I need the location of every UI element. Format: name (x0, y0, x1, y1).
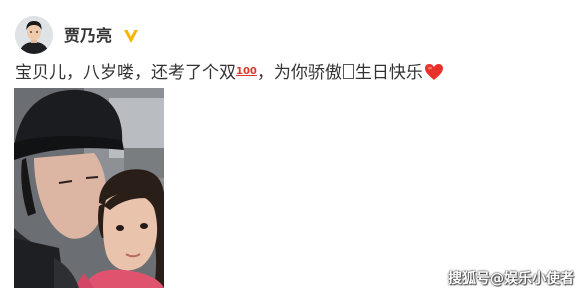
red-heart-icon (424, 63, 444, 81)
post-text-part-1: 宝贝儿，八岁喽，还考了个双 (15, 63, 236, 83)
missing-glyph-box-icon (342, 64, 354, 79)
post-text-part-2: ，为你骄傲 (256, 63, 342, 83)
weibo-post: 贾乃亮 宝贝儿，八岁喽，还考了个双100，为你骄傲 生日快乐 搜狐号@娱乐小使者 (0, 0, 588, 297)
post-text-part-3: 生日快乐 (354, 63, 423, 83)
hundred-points-emoji: 100 (236, 66, 257, 77)
selfie-photo-image (14, 88, 164, 288)
avatar-image (15, 16, 53, 54)
post-photo[interactable] (14, 88, 164, 288)
post-text: 宝贝儿，八岁喽，还考了个双100，为你骄傲 生日快乐 (15, 62, 444, 87)
verified-badge-icon (122, 27, 140, 45)
source-watermark: 搜狐号@娱乐小使者 (448, 271, 574, 287)
author-name[interactable]: 贾乃亮 (64, 27, 112, 45)
avatar[interactable] (15, 16, 53, 54)
